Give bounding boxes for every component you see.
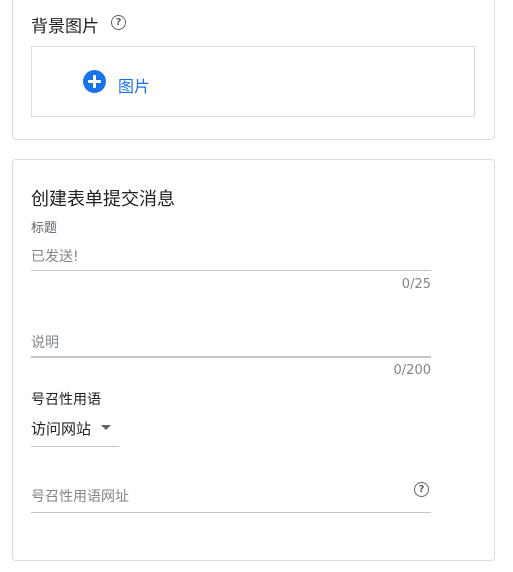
description-input[interactable]	[31, 330, 431, 358]
background-image-title: 背景图片	[31, 17, 99, 37]
cta-dropdown[interactable]: 访问网站	[31, 416, 119, 447]
cta-selected-value: 访问网站	[31, 420, 92, 438]
headline-input[interactable]	[31, 244, 431, 271]
form-message-title: 创建表单提交消息	[31, 189, 175, 210]
headline-char-counter: 0/25	[401, 277, 431, 292]
add-image-link[interactable]: 图片	[118, 73, 150, 97]
add-circle-icon[interactable]	[83, 70, 106, 93]
description-char-counter: 0/200	[393, 363, 431, 378]
headline-label: 标题	[31, 221, 58, 236]
cta-url-input[interactable]	[31, 482, 431, 513]
dropdown-arrow-icon	[101, 425, 111, 430]
help-icon[interactable]: ?	[111, 15, 126, 30]
cta-label: 号召性用语	[31, 392, 101, 408]
help-icon[interactable]: ?	[414, 482, 429, 497]
